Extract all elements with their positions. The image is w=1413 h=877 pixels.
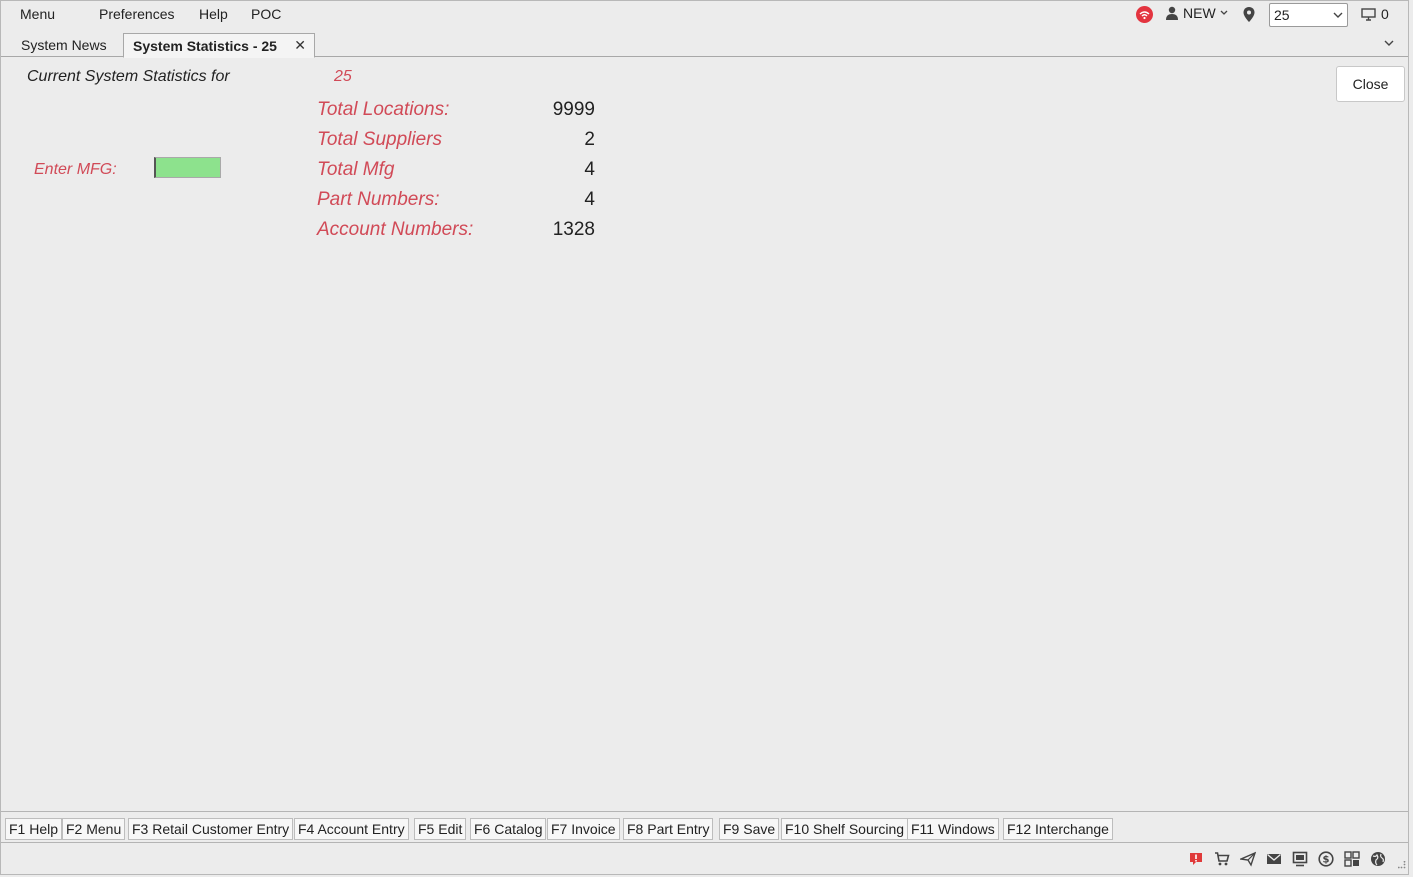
alert-icon[interactable] (1188, 851, 1204, 867)
connection-status-icon[interactable] (1136, 6, 1153, 23)
stat-value-total-locations: 9999 (552, 99, 595, 120)
stat-value-total-mfg: 4 (584, 159, 595, 180)
f2-menu-button[interactable]: F2 Menu (62, 818, 126, 840)
chevron-down-icon[interactable] (1382, 36, 1396, 50)
f6-catalog-button[interactable]: F6 Catalog (470, 818, 547, 840)
f3-retail-customer-entry-button[interactable]: F3 Retail Customer Entry (128, 818, 294, 840)
dollar-icon[interactable]: $ (1318, 851, 1334, 867)
cart-icon[interactable] (1214, 851, 1230, 867)
stat-value-part-numbers: 4 (584, 189, 595, 210)
grid-icon[interactable] (1344, 851, 1360, 867)
f4-account-entry-button[interactable]: F4 Account Entry (294, 818, 409, 840)
sessions-indicator[interactable]: 0 (1361, 6, 1389, 22)
monitor-count: 0 (1381, 6, 1389, 22)
f8-part-entry-button[interactable]: F8 Part Entry (623, 818, 714, 840)
f5-edit-button[interactable]: F5 Edit (414, 818, 467, 840)
mfg-label: Enter MFG: (34, 161, 117, 178)
monitor-icon (1361, 7, 1376, 21)
statistics-panel: Current System Statistics for 25 Enter M… (1, 57, 1408, 811)
stat-label-total-mfg: Total Mfg (317, 159, 395, 180)
chevron-down-icon (1220, 10, 1228, 15)
menu-bar: Menu Preferences Help POC NEW 25 0 (1, 1, 1408, 29)
function-key-bar: F1 Help F2 Menu F3 Retail Customer Entry… (1, 811, 1408, 843)
f12-interchange-button[interactable]: F12 Interchange (1003, 818, 1113, 840)
f7-invoice-button[interactable]: F7 Invoice (547, 818, 620, 840)
menu-help[interactable]: Help (199, 6, 228, 22)
mfg-input[interactable] (154, 157, 221, 178)
chevron-down-icon (1333, 12, 1343, 18)
menu-menu[interactable]: Menu (20, 6, 55, 22)
f1-help-button[interactable]: F1 Help (5, 818, 63, 840)
status-bar: $ (1, 844, 1408, 874)
location-select[interactable]: 25 (1269, 3, 1348, 27)
menu-poc[interactable]: POC (251, 6, 281, 22)
user-menu[interactable]: NEW (1165, 5, 1228, 21)
location-value: 25 (1274, 7, 1290, 23)
stat-label-account-numbers: Account Numbers: (317, 219, 474, 240)
resize-grip-icon[interactable] (1398, 861, 1406, 869)
page-title: Current System Statistics for (27, 68, 230, 85)
tab-label: System News (21, 37, 107, 53)
tab-system-statistics[interactable]: System Statistics - 25 ✕ (123, 33, 315, 58)
stat-label-part-numbers: Part Numbers: (317, 189, 440, 210)
stat-value-account-numbers: 1328 (552, 219, 595, 240)
location-pin-icon (1243, 7, 1255, 22)
stat-label-total-locations: Total Locations: (317, 99, 450, 120)
mail-icon[interactable] (1266, 851, 1282, 867)
store-number: 25 (334, 68, 352, 85)
user-label: NEW (1183, 5, 1216, 21)
send-icon[interactable] (1240, 851, 1256, 867)
tab-system-news[interactable]: System News (12, 33, 116, 57)
tab-label: System Statistics - 25 (133, 38, 277, 54)
globe-icon[interactable] (1370, 851, 1386, 867)
f11-windows-button[interactable]: F11 Windows (907, 818, 999, 840)
stat-value-total-suppliers: 2 (584, 129, 595, 150)
f10-shelf-sourcing-button[interactable]: F10 Shelf Sourcing (781, 818, 909, 840)
terminal-icon[interactable] (1292, 851, 1308, 867)
app-window: Menu Preferences Help POC NEW 25 0 Syste… (0, 0, 1409, 875)
user-icon (1166, 6, 1178, 20)
svg-text:$: $ (1323, 855, 1330, 866)
tab-bar: System News System Statistics - 25 ✕ (1, 33, 1408, 58)
close-icon[interactable]: ✕ (294, 37, 306, 54)
menu-preferences[interactable]: Preferences (99, 6, 174, 22)
stat-label-total-suppliers: Total Suppliers (317, 129, 442, 150)
f9-save-button[interactable]: F9 Save (719, 818, 780, 840)
close-button[interactable]: Close (1336, 66, 1405, 102)
